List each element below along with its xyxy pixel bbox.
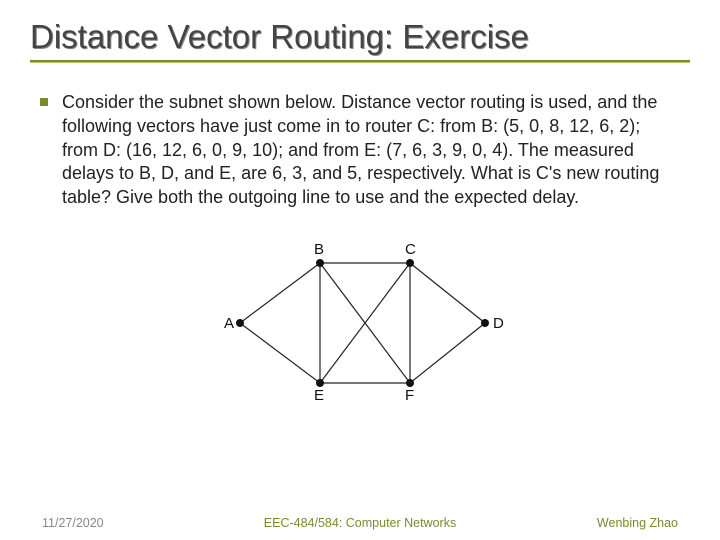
page-title: Distance Vector Routing: Exercise: [30, 18, 690, 56]
node-label-a: A: [224, 315, 234, 332]
slide-footer: 11/27/2020 EEC-484/584: Computer Network…: [0, 516, 720, 530]
node-label-b: B: [314, 241, 324, 258]
footer-course: EEC-484/584: Computer Networks: [264, 516, 456, 530]
network-diagram: A B C D E F: [210, 238, 510, 408]
footer-date: 11/27/2020: [42, 516, 104, 530]
title-divider: [30, 60, 690, 63]
node-label-d: D: [493, 315, 504, 332]
exercise-paragraph: Consider the subnet shown below. Distanc…: [62, 91, 680, 210]
node-label-e: E: [314, 387, 324, 404]
bullet-icon: [40, 98, 48, 106]
node-label-f: F: [405, 387, 414, 404]
footer-author: Wenbing Zhao: [597, 516, 678, 530]
node-label-c: C: [405, 241, 416, 258]
